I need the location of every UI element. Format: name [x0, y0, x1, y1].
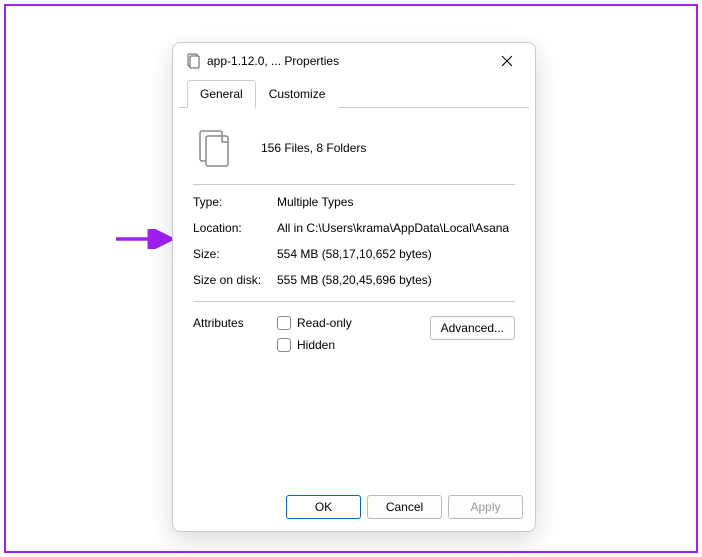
apply-button[interactable]: Apply	[448, 495, 523, 519]
readonly-checkbox[interactable]: Read-only	[277, 316, 430, 330]
readonly-label: Read-only	[297, 316, 352, 330]
cancel-button[interactable]: Cancel	[367, 495, 442, 519]
hidden-label: Hidden	[297, 338, 335, 352]
attributes-label: Attributes	[193, 316, 277, 330]
tab-general[interactable]: General	[187, 80, 256, 108]
attributes-section: Attributes Read-only Hidden Advanced...	[193, 316, 515, 352]
files-stack-icon	[197, 128, 233, 168]
location-value: All in C:\Users\krama\AppData\Local\Asan…	[277, 221, 515, 235]
type-value: Multiple Types	[277, 195, 515, 209]
file-icon	[185, 53, 201, 69]
location-label: Location:	[193, 221, 277, 235]
dialog-footer: OK Cancel Apply	[173, 485, 535, 531]
size-on-disk-value: 555 MB (58,20,45,696 bytes)	[277, 273, 515, 287]
window-title: app-1.12.0, ... Properties	[207, 54, 487, 68]
divider	[193, 184, 515, 185]
divider	[193, 301, 515, 302]
size-label: Size:	[193, 247, 277, 261]
size-on-disk-label: Size on disk:	[193, 273, 277, 287]
checkbox-icon	[277, 316, 291, 330]
checkbox-icon	[277, 338, 291, 352]
titlebar: app-1.12.0, ... Properties	[173, 43, 535, 79]
attributes-checkboxes: Read-only Hidden	[277, 316, 430, 352]
summary-row: 156 Files, 8 Folders	[193, 122, 515, 182]
properties-dialog: app-1.12.0, ... Properties General Custo…	[172, 42, 536, 532]
ok-button[interactable]: OK	[286, 495, 361, 519]
tab-strip: General Customize	[179, 79, 529, 108]
size-value: 554 MB (58,17,10,652 bytes)	[277, 247, 515, 261]
tab-customize[interactable]: Customize	[256, 80, 339, 108]
properties-grid: Type: Multiple Types Location: All in C:…	[193, 195, 515, 287]
type-label: Type:	[193, 195, 277, 209]
close-button[interactable]	[487, 47, 527, 75]
hidden-checkbox[interactable]: Hidden	[277, 338, 430, 352]
tab-content: 156 Files, 8 Folders Type: Multiple Type…	[173, 108, 535, 485]
advanced-button[interactable]: Advanced...	[430, 316, 515, 340]
summary-text: 156 Files, 8 Folders	[261, 141, 366, 155]
close-icon	[501, 55, 513, 67]
